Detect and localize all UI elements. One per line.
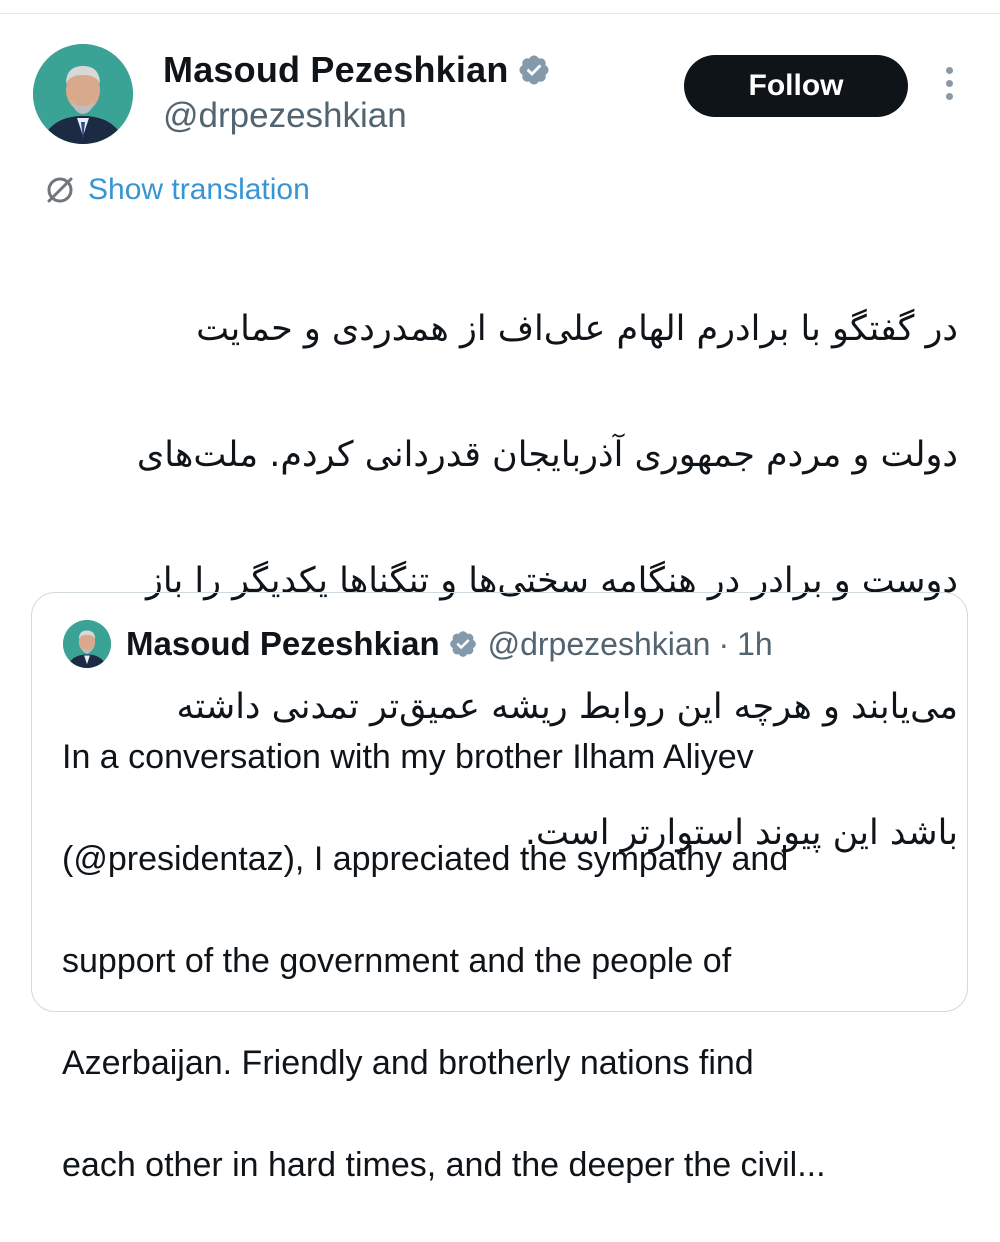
verified-badge-icon	[449, 631, 476, 657]
quoted-text-line: Azerbaijan. Friendly and brotherly natio…	[62, 1044, 754, 1082]
quoted-timestamp[interactable]: 1h	[737, 626, 773, 663]
more-vertical-icon[interactable]	[936, 64, 962, 108]
author-name[interactable]: Masoud Pezeshkian	[163, 49, 509, 91]
show-translation-row[interactable]: Show translation	[44, 170, 310, 210]
avatar-photo-icon	[33, 44, 133, 144]
quoted-avatar	[63, 620, 111, 668]
separator-dot: ·	[718, 625, 730, 662]
quoted-text-line: In a conversation with my brother Ilham …	[62, 738, 754, 776]
author-handle[interactable]: @drpezeshkian	[163, 96, 407, 136]
show-translation-link[interactable]: Show translation	[88, 173, 310, 207]
author-avatar[interactable]	[33, 44, 133, 144]
quoted-tweet-card[interactable]: Masoud Pezeshkian @drpezeshkian · 1h In …	[31, 592, 968, 1184]
tweet-text-line: دولت و مردم جمهوری آذربایجان قدردانی کرد…	[136, 435, 958, 475]
translate-icon	[47, 177, 73, 203]
quoted-text-line: (@presidentaz), I appreciated the sympat…	[62, 840, 789, 878]
quoted-tweet-text: In a conversation with my brother Ilham …	[62, 681, 942, 1242]
quoted-author-name: Masoud Pezeshkian	[126, 625, 440, 662]
author-name-row: Masoud Pezeshkian	[163, 48, 551, 92]
top-divider	[0, 13, 1000, 14]
follow-button[interactable]: Follow	[684, 55, 908, 117]
tweet-text-line: در گفتگو با برادرم الهام علی‌اف از همدرد…	[196, 309, 958, 349]
quoted-text-line: each other in hard times, and the deeper…	[62, 1146, 826, 1184]
quoted-text-line: support of the government and the people…	[62, 942, 732, 980]
quoted-author-handle: @drpezeshkian	[487, 625, 711, 662]
avatar-photo-icon	[63, 620, 111, 668]
verified-badge-icon	[518, 55, 549, 85]
quoted-header: Masoud Pezeshkian @drpezeshkian · 1h	[126, 621, 773, 667]
